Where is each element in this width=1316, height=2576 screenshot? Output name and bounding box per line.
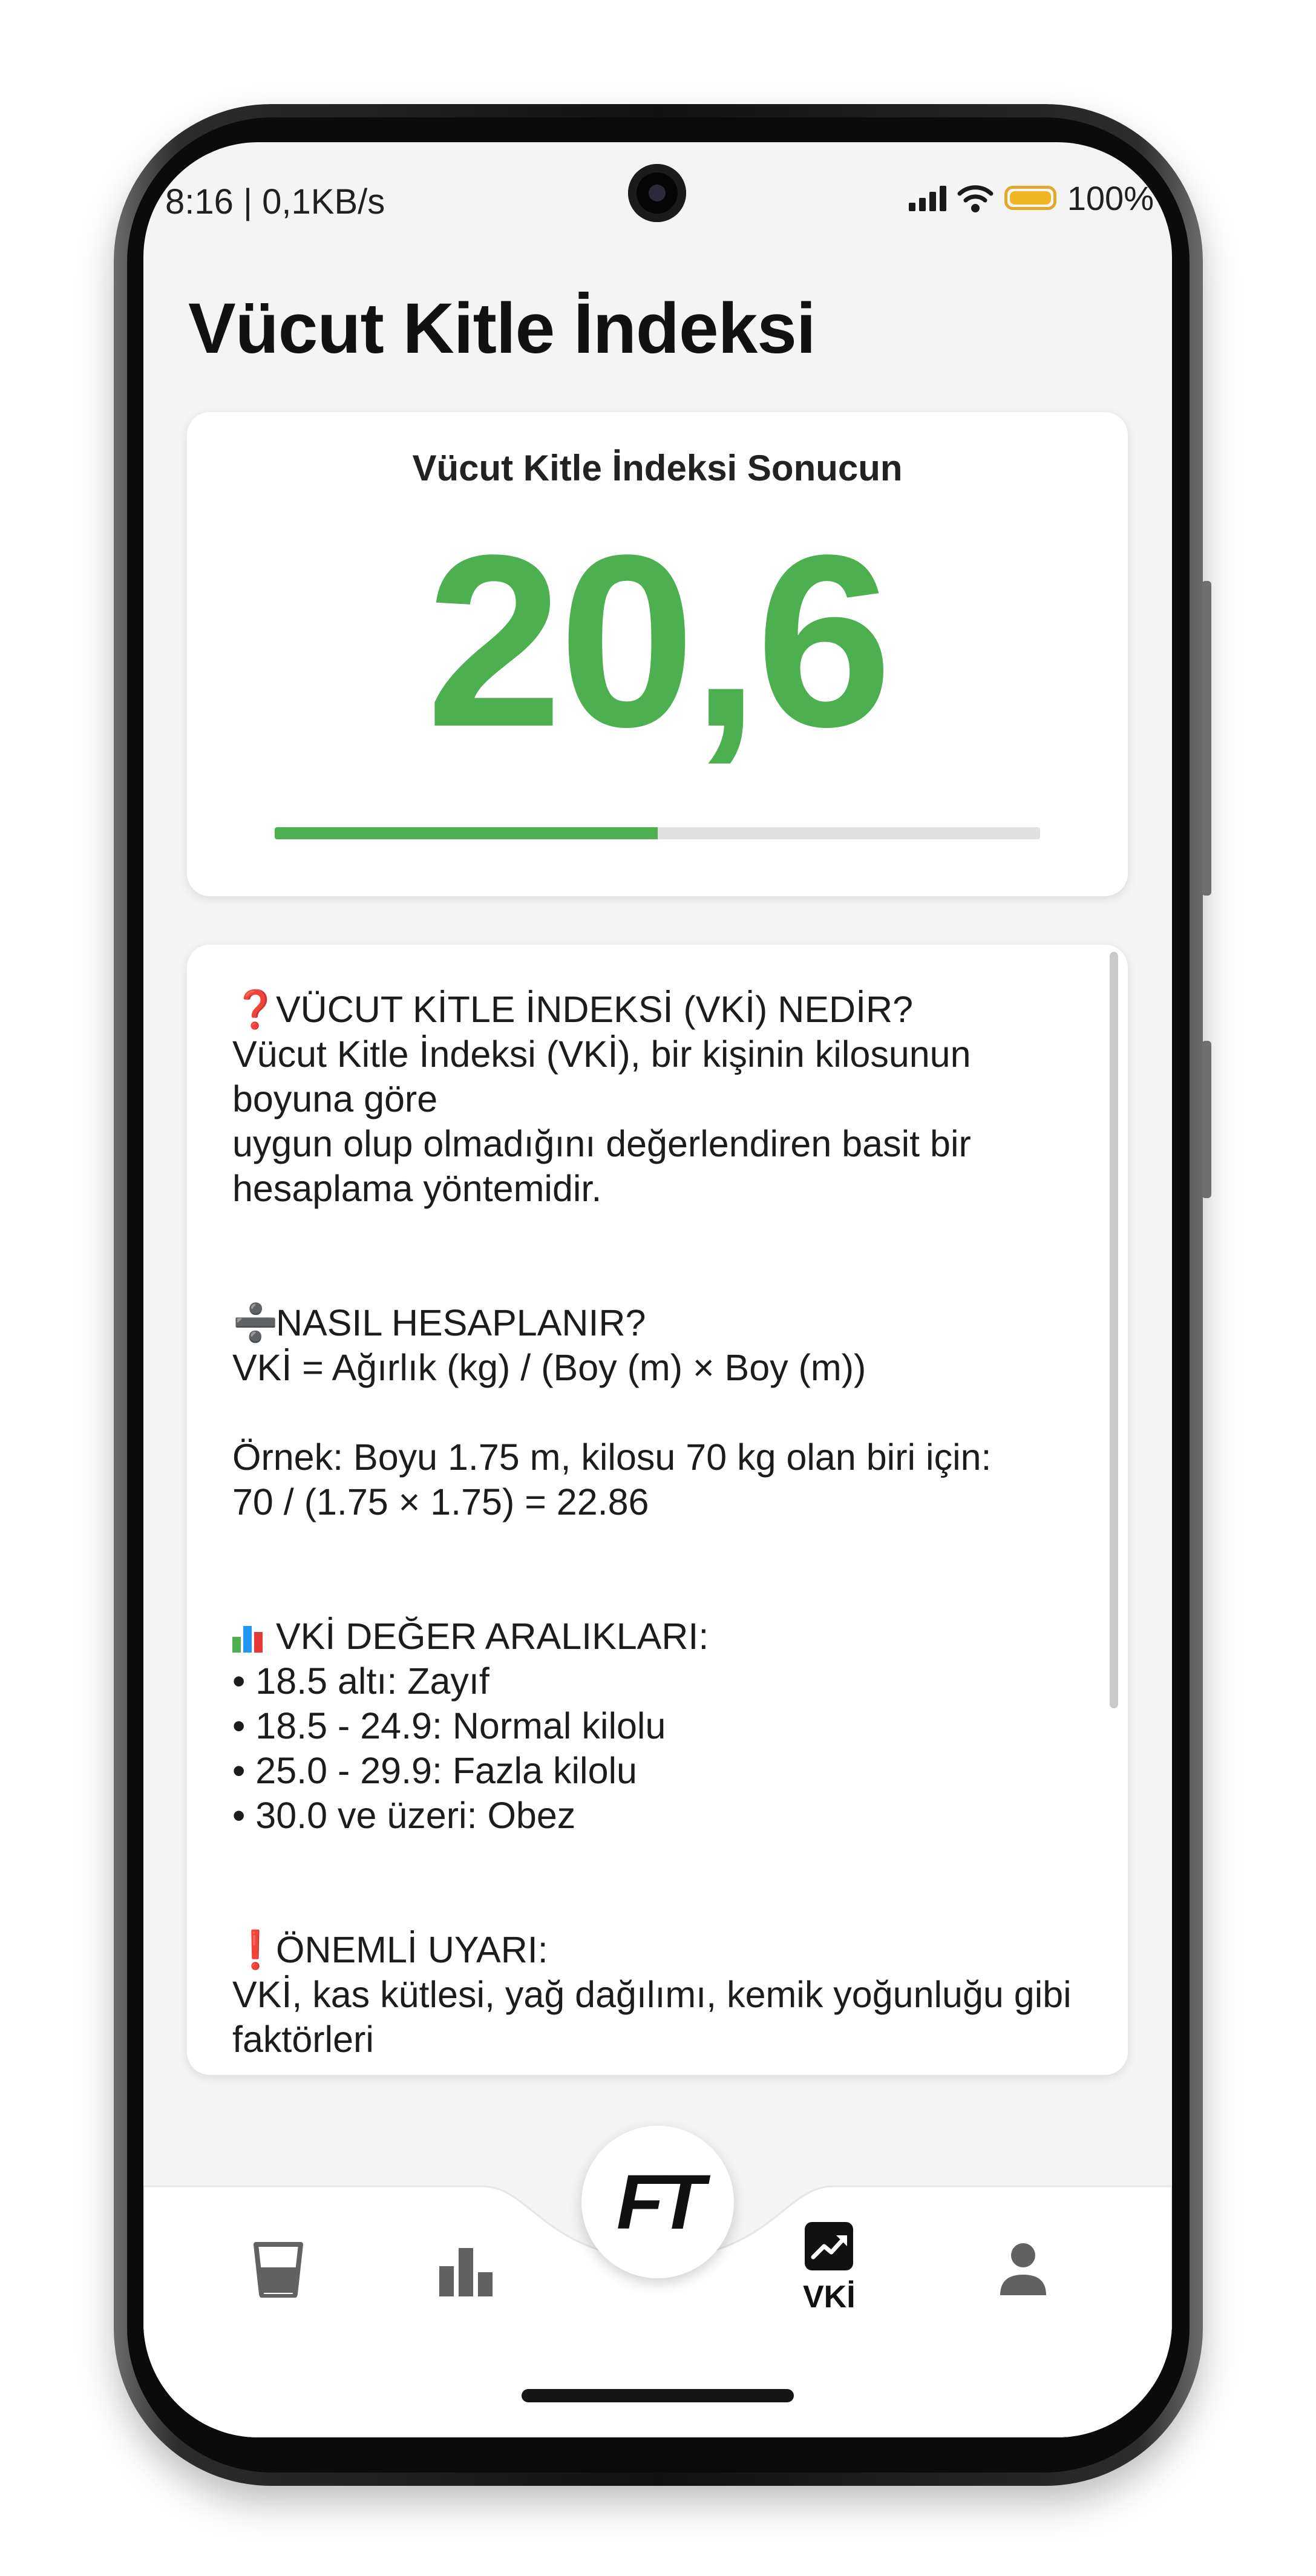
divide-icon: ➗ (232, 1302, 278, 1343)
front-camera (628, 164, 686, 222)
status-time-speed: 8:16 | 0,1KB/s (165, 182, 385, 221)
water-glass-icon (254, 2242, 303, 2298)
status-icons: 100% (908, 179, 1154, 217)
nav-item-profile[interactable] (998, 2241, 1049, 2296)
text-line: hesaplama yöntemidir. (232, 1168, 602, 1209)
scrollbar[interactable] (1110, 952, 1118, 1708)
stats-bar-icon (439, 2248, 493, 2296)
formula-line: VKİ = Ağırlık (kg) / (Boy (m) × Boy (m)) (232, 1347, 866, 1388)
signal-icon (908, 185, 946, 211)
section-heading-what: ❓VÜCUT KİTLE İNDEKSİ (VKİ) NEDİR? (232, 987, 1085, 1032)
battery-percent: 100% (1067, 179, 1154, 217)
text-line: 70 / (1.75 × 1.75) = 22.86 (232, 1481, 649, 1522)
ft-home-button[interactable]: FT (581, 2126, 734, 2278)
bmi-result-value: 20,6 (426, 503, 892, 778)
ft-logo: FT (616, 2158, 705, 2246)
section-heading-how: ➗NASIL HESAPLANIR? (232, 1300, 1085, 1345)
person-icon (1000, 2243, 1046, 2295)
bmi-progress-bar (275, 827, 1040, 839)
section-heading-warning: ❗ÖNEMLİ UYARI: (232, 1927, 1085, 1972)
heading-text: ÖNEMLİ UYARI: (276, 1929, 548, 1970)
battery-icon (1004, 186, 1056, 210)
info-text: ❓VÜCUT KİTLE İNDEKSİ (VKİ) NEDİR? Vücut … (232, 987, 1085, 2062)
range-item: • 25.0 - 29.9: Fazla kilolu (232, 1750, 637, 1791)
volume-button (1202, 581, 1211, 896)
nav-item-water[interactable] (252, 2242, 304, 2298)
text-line: Vücut Kitle İndeksi (VKİ), bir kişinin k… (232, 1034, 971, 1075)
section-heading-ranges: VKİ DEĞER ARALIKLARI: (232, 1614, 1085, 1659)
exclamation-icon: ❗ (232, 1929, 278, 1970)
text-line: boyuna göre (232, 1078, 438, 1119)
range-item: • 18.5 altı: Zayıf (232, 1660, 489, 1702)
question-mark-icon: ❓ (232, 989, 278, 1030)
range-item: • 30.0 ve üzeri: Obez (232, 1795, 576, 1836)
text-line: uygun olup olmadığını değerlendiren basi… (232, 1123, 971, 1164)
status-bar: 8:16 | 0,1KB/s 100% (143, 142, 1172, 227)
bmi-result-label: Vücut Kitle İndeksi Sonucun (412, 448, 903, 488)
text-line: faktörleri (232, 2019, 374, 2060)
power-button (1202, 1041, 1211, 1198)
heading-text: VÜCUT KİTLE İNDEKSİ (VKİ) NEDİR? (276, 989, 914, 1030)
bmi-progress-fill (275, 827, 658, 839)
heading-text: NASIL HESAPLANIR? (276, 1302, 646, 1343)
text-line: VKİ, kas kütlesi, yağ dağılımı, kemik yo… (232, 1974, 1072, 2015)
range-item: • 18.5 - 24.9: Normal kilolu (232, 1705, 666, 1746)
text-line: Örnek: Boyu 1.75 m, kilosu 70 kg olan bi… (232, 1437, 992, 1478)
home-indicator[interactable] (522, 2389, 794, 2402)
bmi-info-card[interactable]: ❓VÜCUT KİTLE İNDEKSİ (VKİ) NEDİR? Vücut … (187, 945, 1128, 2075)
trend-icon (805, 2222, 854, 2270)
screen: 8:16 | 0,1KB/s 100% Vücut Kitle İndeksi … (143, 142, 1172, 2437)
heading-text: VKİ DEĞER ARALIKLARI: (276, 1616, 709, 1657)
nav-item-stats[interactable] (437, 2242, 495, 2298)
bmi-result-card: Vücut Kitle İndeksi Sonucun 20,6 (187, 412, 1128, 896)
bar-chart-icon (232, 1620, 271, 1653)
nav-label-vki: VKİ (803, 2279, 856, 2315)
nav-item-vki[interactable]: VKİ (803, 2221, 856, 2315)
wifi-icon (957, 185, 994, 212)
page-title: Vücut Kitle İndeksi (188, 289, 816, 369)
